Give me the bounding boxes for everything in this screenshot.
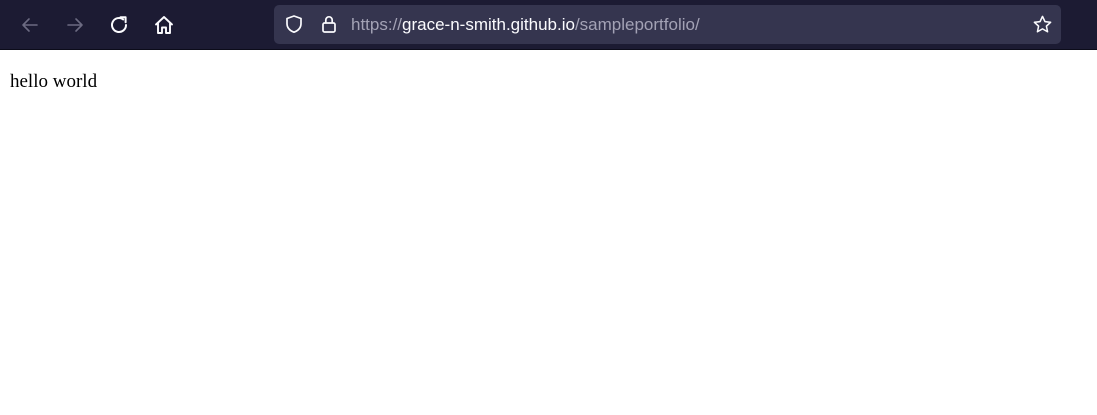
url-path: /sampleportfolio/ (574, 15, 700, 34)
url-host: grace-n-smith.github.io (402, 15, 575, 34)
browser-toolbar: https://grace-n-smith.github.io/samplepo… (0, 0, 1097, 50)
shield-icon[interactable] (284, 14, 304, 34)
page-content-text: hello world (10, 71, 98, 92)
url-scheme: https:// (351, 15, 403, 34)
reload-button[interactable] (101, 7, 137, 43)
reload-icon (111, 16, 127, 33)
url-text[interactable]: https://grace-n-smith.github.io/samplepo… (351, 5, 700, 44)
lock-icon[interactable] (319, 14, 339, 34)
back-button[interactable] (12, 7, 48, 43)
url-bar[interactable]: https://grace-n-smith.github.io/samplepo… (274, 5, 1061, 44)
arrow-right-icon (67, 18, 83, 32)
arrow-left-icon (22, 18, 38, 32)
forward-button[interactable] (57, 7, 93, 43)
star-icon[interactable] (1032, 14, 1053, 35)
home-button[interactable] (146, 7, 182, 43)
home-icon (155, 16, 173, 34)
